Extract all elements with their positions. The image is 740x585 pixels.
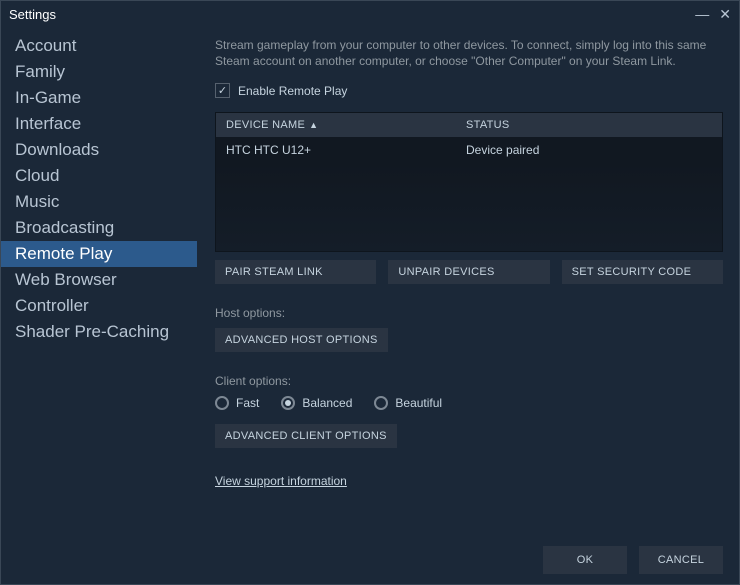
sidebar-item-interface[interactable]: Interface <box>1 111 197 137</box>
radio-beautiful[interactable]: Beautiful <box>374 396 442 410</box>
device-table-header: DEVICE NAME ▲ STATUS <box>216 113 722 137</box>
radio-balanced[interactable]: Balanced <box>281 396 352 410</box>
sidebar-item-account[interactable]: Account <box>1 33 197 59</box>
sidebar-item-broadcasting[interactable]: Broadcasting <box>1 215 197 241</box>
client-quality-radio-group: Fast Balanced Beautiful <box>215 396 723 410</box>
device-name: HTC HTC U12+ <box>226 143 311 157</box>
radio-icon <box>374 396 388 410</box>
settings-window: Settings — ✕ Account Family In-Game Inte… <box>0 0 740 585</box>
enable-remote-play-label: Enable Remote Play <box>238 84 347 98</box>
window-controls: — ✕ <box>695 6 731 23</box>
checkmark-icon <box>215 83 230 98</box>
client-options-label: Client options: <box>215 374 723 388</box>
sort-asc-icon: ▲ <box>309 120 318 130</box>
minimize-icon[interactable]: — <box>695 6 709 22</box>
table-row[interactable]: HTC HTC U12+ Device paired <box>216 137 722 163</box>
column-device-name[interactable]: DEVICE NAME ▲ <box>226 119 466 131</box>
titlebar: Settings — ✕ <box>1 1 739 27</box>
radio-icon <box>215 396 229 410</box>
host-options-label: Host options: <box>215 306 723 320</box>
device-table: DEVICE NAME ▲ STATUS HTC HTC U12+ Device… <box>215 112 723 252</box>
sidebar-item-downloads[interactable]: Downloads <box>1 137 197 163</box>
window-title: Settings <box>9 7 56 22</box>
ok-button[interactable]: OK <box>543 546 627 574</box>
sidebar-item-remote-play[interactable]: Remote Play <box>1 241 197 267</box>
set-security-code-button[interactable]: SET SECURITY CODE <box>562 260 723 284</box>
sidebar-item-cloud[interactable]: Cloud <box>1 163 197 189</box>
sidebar-item-in-game[interactable]: In-Game <box>1 85 197 111</box>
sidebar-item-music[interactable]: Music <box>1 189 197 215</box>
device-status: Device paired <box>466 143 539 157</box>
sidebar-item-family[interactable]: Family <box>1 59 197 85</box>
description-text: Stream gameplay from your computer to ot… <box>215 37 723 69</box>
advanced-host-options-button[interactable]: ADVANCED HOST OPTIONS <box>215 328 388 352</box>
sidebar-item-web-browser[interactable]: Web Browser <box>1 267 197 293</box>
dialog-footer: OK CANCEL <box>1 536 739 584</box>
sidebar-item-shader-pre-caching[interactable]: Shader Pre-Caching <box>1 319 197 345</box>
radio-icon <box>281 396 295 410</box>
cancel-button[interactable]: CANCEL <box>639 546 723 574</box>
sidebar: Account Family In-Game Interface Downloa… <box>1 27 197 536</box>
content-panel: Stream gameplay from your computer to ot… <box>197 27 739 536</box>
enable-remote-play-checkbox[interactable]: Enable Remote Play <box>215 83 723 98</box>
advanced-client-options-button[interactable]: ADVANCED CLIENT OPTIONS <box>215 424 397 448</box>
unpair-devices-button[interactable]: UNPAIR DEVICES <box>388 260 549 284</box>
radio-fast[interactable]: Fast <box>215 396 259 410</box>
close-icon[interactable]: ✕ <box>719 6 731 23</box>
view-support-information-link[interactable]: View support information <box>215 474 723 488</box>
device-table-empty-area <box>216 163 722 251</box>
column-status[interactable]: STATUS <box>466 119 712 131</box>
sidebar-item-controller[interactable]: Controller <box>1 293 197 319</box>
pair-steam-link-button[interactable]: PAIR STEAM LINK <box>215 260 376 284</box>
